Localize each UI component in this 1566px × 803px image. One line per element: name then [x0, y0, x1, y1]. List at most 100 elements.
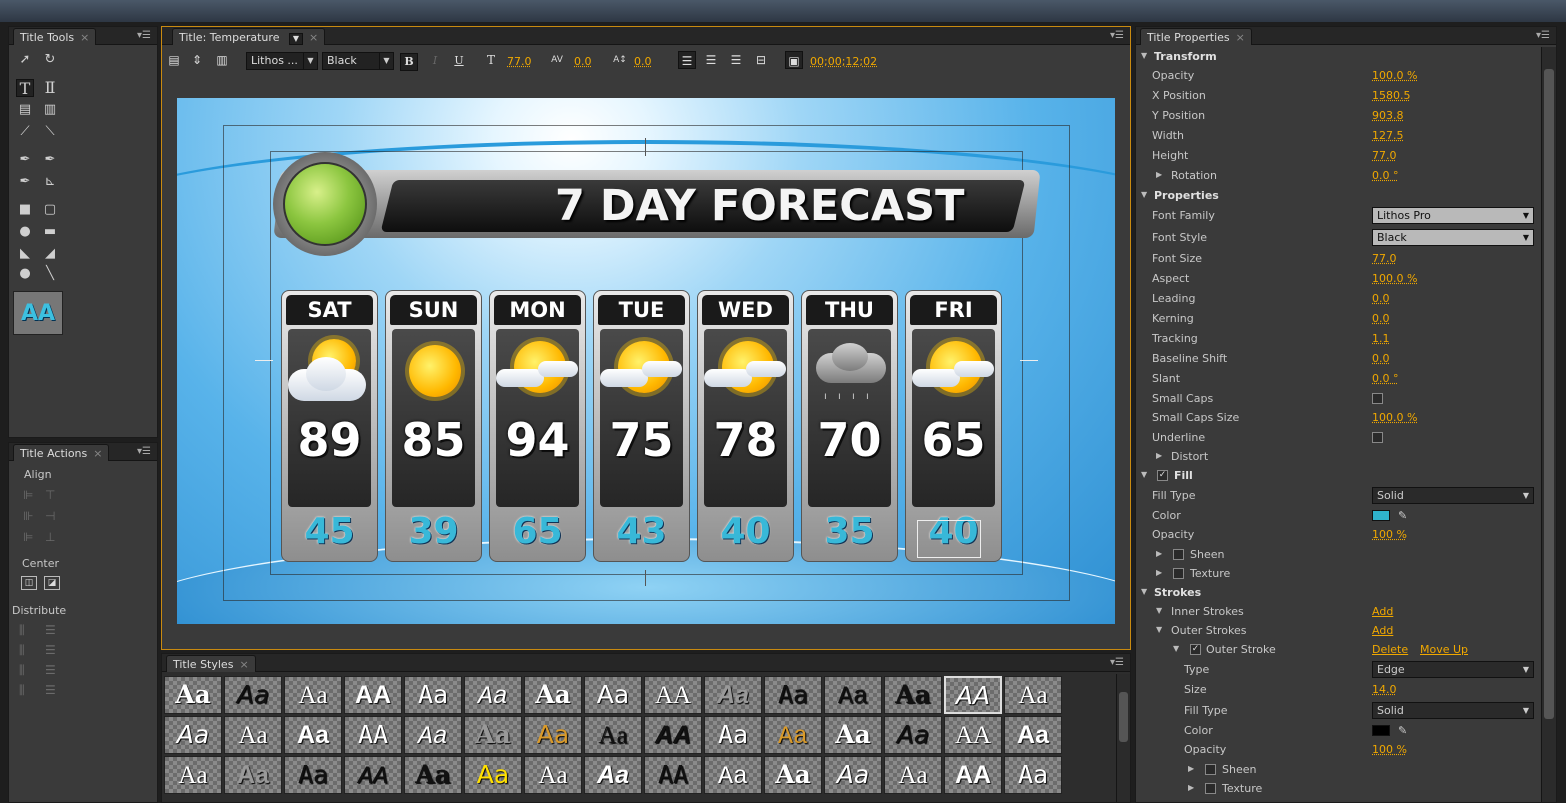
title-style-swatch[interactable]: Aa	[164, 716, 222, 754]
expand-down-icon[interactable]: ▼	[1141, 51, 1147, 60]
rotation-tool-icon[interactable]: ↻	[41, 51, 59, 69]
font-family-select[interactable]: Lithos ... ▼	[246, 52, 318, 70]
distribute-center-v-icon[interactable]: ☰	[45, 643, 56, 657]
vertical-path-type-tool-icon[interactable]: ⟍	[41, 123, 59, 141]
selection-tool-icon[interactable]: ➚	[16, 51, 34, 69]
slant-value[interactable]: 0.0 °	[1372, 372, 1399, 385]
title-style-swatch[interactable]: Aa	[464, 756, 522, 794]
type-tool-icon[interactable]: T	[16, 79, 34, 98]
stroke-color-swatch[interactable]	[1372, 725, 1390, 736]
width-value[interactable]: 127.5	[1372, 129, 1404, 142]
day-column[interactable]: SUN 85 39	[385, 290, 482, 562]
show-background-video-icon[interactable]: ▣	[785, 51, 803, 69]
close-icon[interactable]: ×	[93, 447, 102, 460]
stroke-fill-type-select[interactable]: Solid ▼	[1372, 702, 1534, 719]
title-style-swatch[interactable]: AA	[644, 716, 702, 754]
title-style-swatch[interactable]: Aa	[1004, 756, 1062, 794]
title-style-swatch[interactable]: Aa	[704, 716, 762, 754]
inner-strokes-link[interactable]: Add	[1372, 605, 1393, 618]
title-style-swatch[interactable]: Aa	[164, 676, 222, 714]
expand-down-icon[interactable]: ▼	[1156, 606, 1162, 615]
expand-right-icon[interactable]: ▶	[1188, 764, 1194, 773]
align-center-text-icon[interactable]: ☰	[702, 51, 720, 69]
sheen-checkbox[interactable]	[1173, 549, 1184, 560]
align-left-text-icon[interactable]: ☰	[678, 51, 696, 69]
title-style-swatch[interactable]: AA	[644, 676, 702, 714]
expand-right-icon[interactable]: ▶	[1188, 783, 1194, 792]
rectangle-tool-icon[interactable]: ■	[16, 201, 34, 219]
title-style-swatch[interactable]: Aa	[284, 716, 342, 754]
title-style-swatch[interactable]: Aa	[524, 756, 582, 794]
close-icon[interactable]: ×	[309, 31, 318, 44]
arc-tool-icon[interactable]: ◢	[41, 245, 59, 263]
line-tool-icon[interactable]: ╲	[41, 265, 59, 283]
x-position-value[interactable]: 1580.5	[1372, 89, 1411, 102]
tab-title-actions[interactable]: Title Actions ×	[13, 444, 110, 461]
area-type-tool-icon[interactable]: ▤	[16, 101, 34, 119]
roll-crawl-options-icon[interactable]: ⇕	[188, 51, 206, 69]
title-style-swatch[interactable]: Aa	[764, 756, 822, 794]
bold-button[interactable]: B	[400, 53, 418, 71]
stroke-texture-checkbox[interactable]	[1205, 783, 1216, 794]
title-style-swatch[interactable]: Aa	[824, 676, 882, 714]
title-style-swatch[interactable]: Aa	[584, 676, 642, 714]
underline-checkbox[interactable]	[1372, 432, 1383, 443]
font-style-select[interactable]: Black ▼	[1372, 229, 1534, 246]
tab-title-styles[interactable]: Title Styles ×	[166, 655, 256, 672]
title-style-swatch[interactable]: Aa	[464, 676, 522, 714]
distribute-center-h-icon[interactable]: ⫼	[19, 643, 25, 658]
small-caps-size-value[interactable]: 100.0 %	[1372, 411, 1417, 424]
baseline-shift-value[interactable]: 0.0	[1372, 352, 1390, 365]
title-style-swatch[interactable]: Aa	[584, 716, 642, 754]
title-style-swatch[interactable]: Aa	[884, 756, 942, 794]
dropdown-icon[interactable]: ▼	[288, 33, 303, 45]
center-horizontal-icon[interactable]: ◫	[21, 576, 37, 590]
vertical-area-type-tool-icon[interactable]: ▥	[41, 101, 59, 119]
expand-down-icon[interactable]: ▼	[1141, 470, 1147, 479]
title-style-swatch[interactable]: Aa	[284, 676, 342, 714]
title-style-swatch[interactable]: Aa	[764, 676, 822, 714]
fill-type-select[interactable]: Solid ▼	[1372, 487, 1534, 504]
title-style-swatch[interactable]: Aa	[524, 676, 582, 714]
title-style-swatch[interactable]: AA	[344, 756, 402, 794]
forecast-title[interactable]: 7 DAY FORECAST	[555, 180, 1015, 232]
tracking-value[interactable]: 1.1	[1372, 332, 1390, 345]
title-style-swatch[interactable]: Aa	[704, 676, 762, 714]
outer-stroke-link[interactable]: Move Up	[1420, 643, 1468, 656]
title-canvas[interactable]: 7 DAY FORECAST SAT 89 45 SUN 85 39 MON 94 65 TUE 7…	[177, 98, 1115, 624]
stroke-size-value[interactable]: 14.0	[1372, 683, 1397, 696]
panel-menu-icon[interactable]: ▾☰	[137, 30, 151, 41]
eyedropper-icon[interactable]: ✎	[1398, 509, 1407, 522]
panel-menu-icon[interactable]: ▾☰	[1110, 657, 1124, 668]
align-center-v-icon[interactable]: ⊣	[45, 509, 55, 523]
distribute-spacing-v-icon[interactable]: ☰	[45, 683, 56, 697]
distribute-left-icon[interactable]: ⫼	[19, 623, 25, 638]
close-icon[interactable]: ×	[239, 658, 248, 671]
aspect-value[interactable]: 100.0 %	[1372, 272, 1417, 285]
opacity-value[interactable]: 100.0 %	[1372, 69, 1417, 82]
title-style-swatch[interactable]: Aa	[164, 756, 222, 794]
distribute-right-icon[interactable]: ⫼	[19, 663, 25, 678]
title-style-swatch[interactable]: Aa	[884, 676, 942, 714]
outer-stroke-checkbox[interactable]: ✓	[1190, 644, 1201, 655]
small-caps-checkbox[interactable]	[1372, 393, 1383, 404]
expand-down-icon[interactable]: ▼	[1156, 625, 1162, 634]
title-style-swatch[interactable]: Aa	[1004, 716, 1062, 754]
title-style-swatch[interactable]: Aa	[824, 756, 882, 794]
vertical-type-tool-icon[interactable]: Ⅱ	[41, 79, 59, 97]
expand-right-icon[interactable]: ▶	[1156, 568, 1162, 577]
align-right-icon[interactable]: ⊫	[23, 530, 33, 544]
tab-stops-icon[interactable]: ⊟	[752, 51, 770, 69]
outer-stroke-link[interactable]: Delete	[1372, 643, 1408, 656]
new-title-icon[interactable]: ▤	[165, 51, 183, 69]
title-style-swatch[interactable]: Aa	[224, 756, 282, 794]
tab-title-temperature[interactable]: Title: Temperature ▼ ×	[172, 28, 326, 45]
title-style-swatch[interactable]: Aa	[284, 756, 342, 794]
delete-anchor-tool-icon[interactable]: ✒	[41, 151, 59, 169]
clipped-corner-tool-icon[interactable]: ●	[16, 223, 34, 241]
close-icon[interactable]: ×	[80, 31, 89, 44]
wedge-tool-icon[interactable]: ◣	[16, 245, 34, 263]
font-size-value[interactable]: 77.0	[507, 55, 532, 68]
title-style-swatch[interactable]: AA	[944, 676, 1002, 714]
rounded-corner-tool-icon[interactable]: ▬	[41, 223, 59, 241]
